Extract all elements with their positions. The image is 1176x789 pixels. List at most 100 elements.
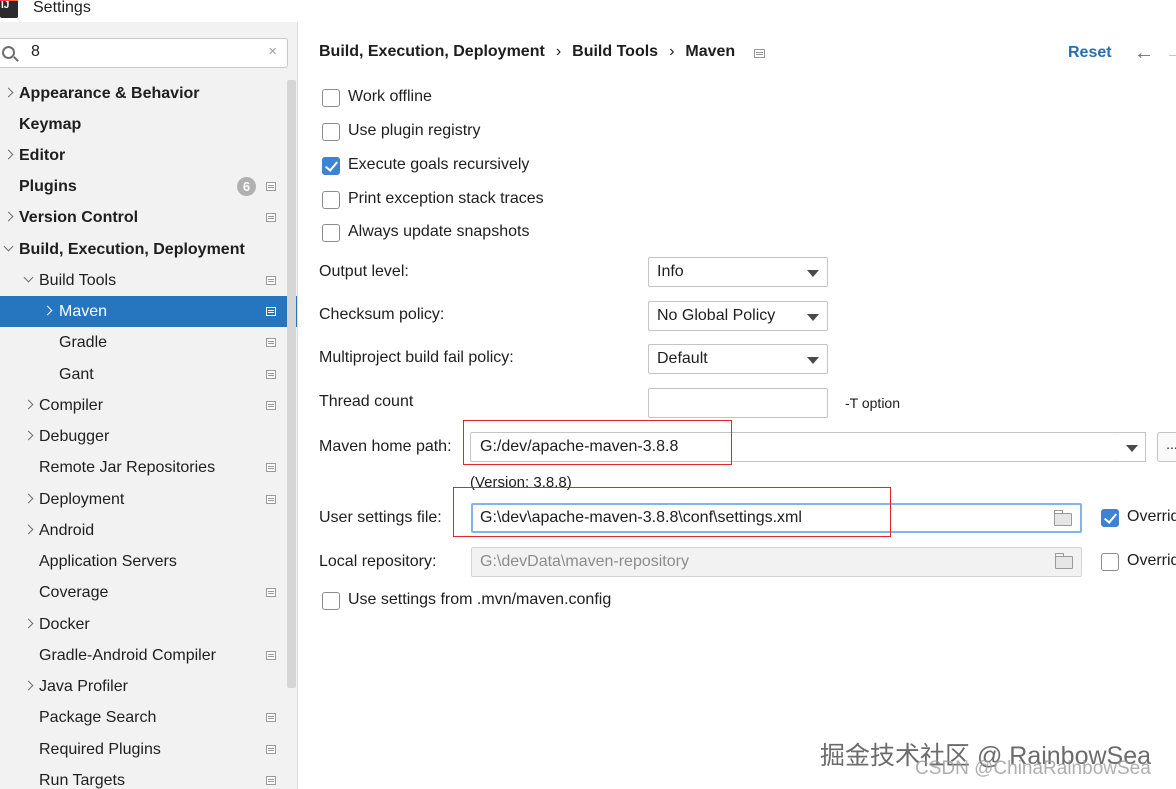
sidebar-item-build-tools[interactable]: Build Tools	[0, 265, 286, 296]
chevron-right-icon[interactable]	[23, 671, 35, 702]
project-level-icon	[266, 276, 276, 285]
sidebar-item-remote-jar-repositories[interactable]: Remote Jar Repositories	[0, 452, 286, 483]
local-repository-override-checkbox[interactable]: Override	[1101, 552, 1176, 575]
checkbox-box[interactable]	[322, 592, 340, 610]
maven-home-browse-button[interactable]: ...	[1157, 432, 1176, 462]
maven-home-dropdown-button[interactable]	[1117, 432, 1146, 462]
checkbox-box[interactable]	[322, 191, 340, 209]
thread-count-label: Thread count	[319, 393, 414, 410]
chevron-down-icon[interactable]	[3, 234, 15, 265]
project-level-icon	[266, 495, 276, 504]
sidebar-item-required-plugins[interactable]: Required Plugins	[0, 734, 286, 765]
project-level-icon	[266, 745, 276, 754]
sidebar-item-debugger[interactable]: Debugger	[0, 421, 286, 452]
clear-search-icon[interactable]: ×	[268, 43, 277, 60]
sidebar-item-appearance-behavior[interactable]: Appearance & Behavior	[0, 78, 286, 109]
checksum-policy-label: Checksum policy:	[319, 306, 445, 323]
output-level-select[interactable]: Info	[648, 257, 828, 287]
breadcrumb-separator: ›	[555, 43, 562, 60]
sidebar-item-version-control[interactable]: Version Control	[0, 202, 286, 233]
sidebar-scrollbar[interactable]	[287, 80, 296, 688]
fail-policy-label: Multiproject build fail policy:	[319, 349, 514, 366]
sidebar-item-run-targets[interactable]: Run Targets	[0, 765, 286, 789]
sidebar-item-build-execution-deployment[interactable]: Build, Execution, Deployment	[0, 234, 286, 265]
project-level-icon	[266, 213, 276, 222]
checkbox-box-checked[interactable]	[322, 157, 340, 175]
user-settings-label: User settings file:	[319, 509, 442, 526]
project-level-icon	[266, 370, 276, 379]
breadcrumb-maven: Maven	[685, 43, 736, 60]
project-level-icon	[266, 776, 276, 785]
dropdown-arrow-icon	[807, 357, 819, 364]
sidebar-item-docker[interactable]: Docker	[0, 609, 286, 640]
sidebar-item-application-servers[interactable]: Application Servers	[0, 546, 286, 577]
checkbox-box-checked[interactable]	[1101, 509, 1119, 527]
project-level-icon	[266, 588, 276, 597]
chevron-right-icon[interactable]	[23, 390, 35, 421]
sidebar-item-compiler[interactable]: Compiler	[0, 390, 286, 421]
folder-icon	[1055, 553, 1073, 569]
back-arrow-icon[interactable]: ←	[1134, 42, 1154, 65]
user-settings-override-checkbox[interactable]: Override	[1101, 508, 1176, 531]
chevron-right-icon[interactable]	[23, 484, 35, 515]
sidebar-item-android[interactable]: Android	[0, 515, 286, 546]
thread-count-hint: -T option	[845, 395, 900, 411]
sidebar-item-deployment[interactable]: Deployment	[0, 484, 286, 515]
chevron-right-icon[interactable]	[23, 515, 35, 546]
sidebar-item-maven[interactable]: Maven	[0, 296, 297, 327]
watermark-csdn: CSDN @ChinaRainbowSea	[915, 758, 1151, 779]
search-icon	[2, 46, 15, 59]
chevron-right-icon[interactable]	[23, 609, 35, 640]
chevron-right-icon[interactable]	[23, 421, 35, 452]
project-level-icon	[266, 182, 276, 191]
breadcrumb: Build, Execution, Deployment › Build Tools…	[319, 43, 735, 65]
reset-link[interactable]: Reset	[1068, 44, 1112, 62]
sidebar-item-package-search[interactable]: Package Search	[0, 702, 286, 733]
checksum-policy-select[interactable]: No Global Policy	[648, 301, 828, 331]
settings-search-input[interactable]: 8 ×	[0, 38, 288, 68]
sidebar-item-gradle-android-compiler[interactable]: Gradle-Android Compiler	[0, 640, 286, 671]
local-repository-input: G:\devData\maven-repository	[471, 547, 1082, 577]
sidebar-item-java-profiler[interactable]: Java Profiler	[0, 671, 286, 702]
intellij-app-icon: IJ	[0, 0, 18, 18]
breadcrumb-build-tools[interactable]: Build Tools	[572, 43, 658, 61]
highlight-box-maven-home	[463, 420, 732, 465]
project-level-icon	[266, 401, 276, 410]
window-title: Settings	[33, 0, 91, 16]
output-level-label: Output level:	[319, 263, 409, 280]
chevron-right-icon[interactable]	[3, 140, 15, 171]
sidebar-item-gant[interactable]: Gant	[0, 359, 286, 390]
highlight-box-user-settings	[453, 487, 891, 537]
project-level-icon	[266, 338, 276, 347]
checkbox-box[interactable]	[322, 224, 340, 242]
local-repository-label: Local repository:	[319, 553, 437, 570]
search-value: 8	[31, 43, 40, 60]
sidebar-item-coverage[interactable]: Coverage	[0, 577, 286, 608]
maven-home-label: Maven home path:	[319, 438, 452, 455]
chevron-right-icon[interactable]	[3, 78, 15, 109]
sidebar-item-keymap[interactable]: Keymap	[0, 109, 286, 140]
folder-icon[interactable]	[1054, 510, 1072, 526]
forward-arrow-icon[interactable]: →	[1165, 42, 1176, 65]
title-bar: IJ Settings	[0, 0, 1176, 22]
chevron-right-icon[interactable]	[3, 202, 15, 233]
checkbox-box[interactable]	[322, 89, 340, 107]
sidebar-item-gradle[interactable]: Gradle	[0, 327, 286, 358]
settings-sidebar: 8 × Appearance & Behavior Keymap Editor …	[0, 22, 298, 789]
project-level-icon	[266, 713, 276, 722]
chevron-down-icon[interactable]	[23, 265, 35, 296]
project-level-icon	[266, 651, 276, 660]
checkbox-box[interactable]	[1101, 553, 1119, 571]
sidebar-item-editor[interactable]: Editor	[0, 140, 286, 171]
thread-count-input[interactable]	[648, 388, 828, 418]
breadcrumb-separator: ›	[669, 43, 675, 60]
checkbox-box[interactable]	[322, 123, 340, 141]
dropdown-arrow-icon	[807, 314, 819, 321]
breadcrumb-build-execution-deployment[interactable]: Build, Execution, Deployment	[319, 43, 545, 61]
plugins-update-badge: 6	[237, 177, 256, 196]
chevron-right-icon[interactable]	[42, 296, 54, 327]
fail-policy-select[interactable]: Default	[648, 344, 828, 374]
project-level-icon	[266, 463, 276, 472]
dropdown-arrow-icon	[807, 270, 819, 277]
sidebar-item-plugins[interactable]: Plugins 6	[0, 171, 286, 202]
